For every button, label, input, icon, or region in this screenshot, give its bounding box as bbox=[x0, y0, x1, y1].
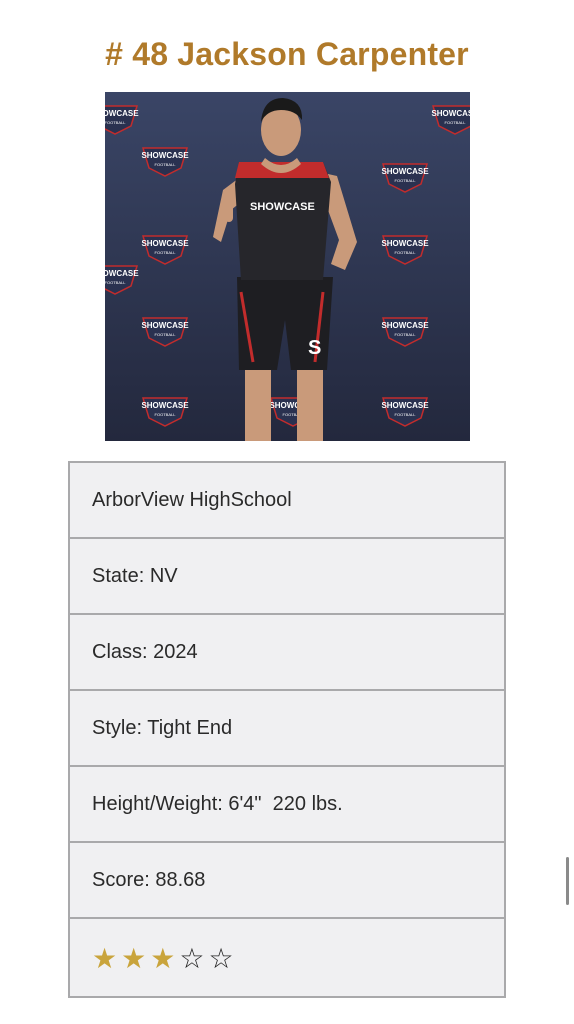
showcase-logo-text: SHOWCASE bbox=[141, 239, 189, 248]
showcase-logo-text: SHOWCASE bbox=[105, 109, 139, 118]
scrollbar[interactable] bbox=[566, 857, 569, 905]
showcase-logo-text: SHOWCASE bbox=[141, 151, 189, 160]
showcase-logo-subtext: FOOTBALL bbox=[395, 250, 417, 255]
class-row: Class: 2024 bbox=[70, 615, 504, 691]
star-filled-icon: ★ bbox=[92, 941, 118, 975]
showcase-logo-subtext: FOOTBALL bbox=[395, 332, 417, 337]
jersey-logo: S bbox=[308, 337, 321, 359]
rating-row: ★ ★ ★ ☆ ☆ bbox=[70, 919, 504, 998]
player-title: # 48 Jackson Carpenter bbox=[105, 36, 469, 72]
star-filled-icon: ★ bbox=[150, 941, 176, 975]
star-rating: ★ ★ ★ ☆ ☆ bbox=[92, 941, 234, 975]
state-text: State: NV bbox=[92, 564, 178, 587]
style-row: Style: Tight End bbox=[70, 691, 504, 767]
style-text: Style: Tight End bbox=[92, 716, 233, 739]
showcase-logo-text: SHOWCASE bbox=[381, 401, 429, 410]
showcase-logo-text: SHOWCASE bbox=[381, 321, 429, 330]
height-weight-row: Height/Weight: 6'4" 220 lbs. bbox=[70, 767, 504, 843]
showcase-logo-subtext: FOOTBALL bbox=[105, 120, 126, 125]
showcase-logo-text: SHOWCASE bbox=[381, 239, 429, 248]
showcase-logo-subtext: FOOTBALL bbox=[155, 332, 177, 337]
showcase-logo-subtext: FOOTBALL bbox=[155, 412, 177, 417]
school-text: ArborView HighSchool bbox=[92, 488, 292, 511]
player-photo: SHOWCASE FOOTBALL SHOWCASE FOOTBALL SHOWCASE… bbox=[105, 92, 470, 441]
height-weight-text: Height/Weight: 6'4" 220 lbs. bbox=[92, 792, 343, 815]
star-empty-icon: ☆ bbox=[179, 941, 205, 975]
showcase-logo-text: SHOWCASE bbox=[141, 321, 189, 330]
player-details-card: ArborView HighSchool State: NV Class: 20… bbox=[68, 461, 506, 998]
showcase-logo-text: SHOWCASE bbox=[105, 269, 139, 278]
star-empty-icon: ☆ bbox=[208, 941, 234, 975]
score-text: Score: 88.68 bbox=[92, 868, 206, 891]
showcase-logo-subtext: FOOTBALL bbox=[395, 412, 417, 417]
state-row: State: NV bbox=[70, 539, 504, 615]
class-text: Class: 2024 bbox=[92, 640, 198, 663]
jersey-text: SHOWCASE bbox=[250, 201, 315, 213]
showcase-logo-text: SHOWCASE bbox=[141, 401, 189, 410]
star-filled-icon: ★ bbox=[121, 941, 147, 975]
showcase-logo-text: SHOWCASE bbox=[431, 109, 470, 118]
showcase-logo-subtext: FOOTBALL bbox=[155, 162, 177, 167]
showcase-logo-subtext: FOOTBALL bbox=[155, 250, 177, 255]
showcase-logo-subtext: FOOTBALL bbox=[105, 280, 126, 285]
score-row: Score: 88.68 bbox=[70, 843, 504, 919]
showcase-logo-subtext: FOOTBALL bbox=[445, 120, 467, 125]
showcase-logo-text: SHOWCASE bbox=[381, 167, 429, 176]
school-row: ArborView HighSchool bbox=[70, 463, 504, 539]
showcase-logo-subtext: FOOTBALL bbox=[395, 178, 417, 183]
